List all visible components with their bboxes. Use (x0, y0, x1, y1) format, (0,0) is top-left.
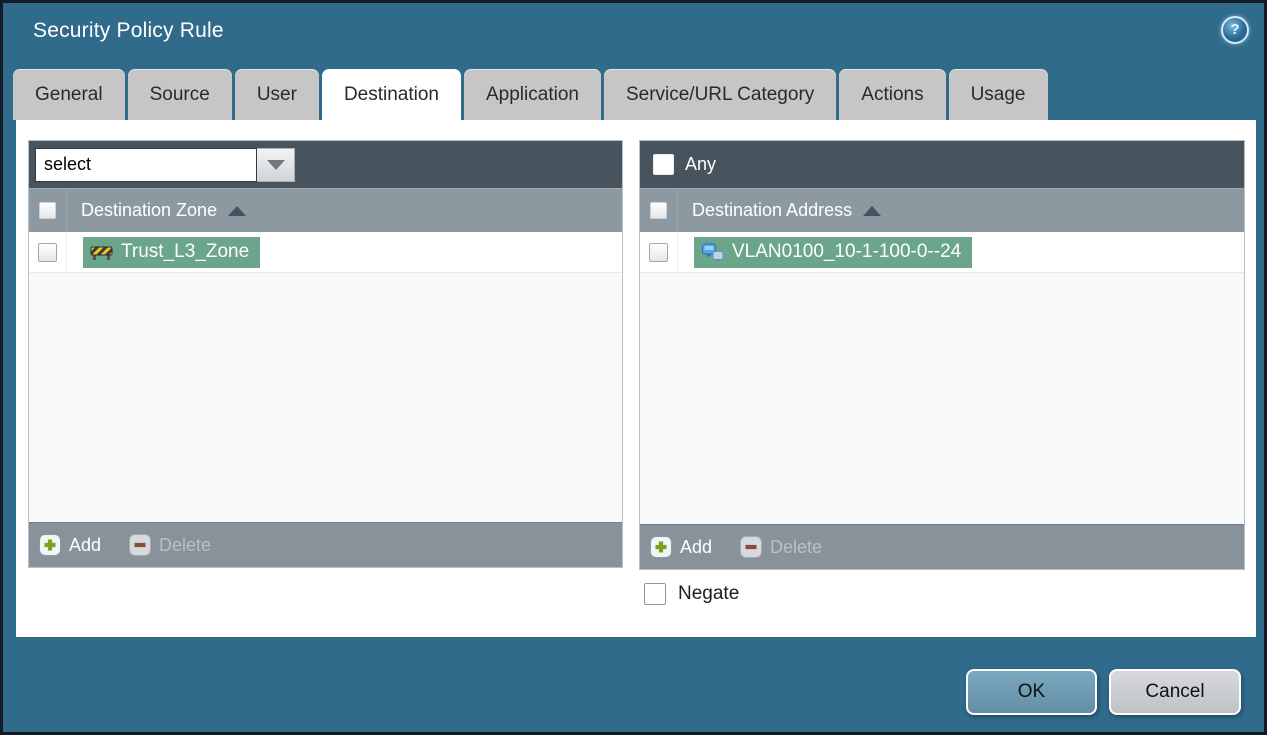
negate-option: Negate (644, 583, 739, 605)
add-icon (650, 536, 672, 558)
zone-toolbar: select (29, 141, 622, 188)
address-item-label: VLAN0100_10-1-100-0--24 (732, 241, 962, 262)
destination-address-panel: Any Destination Address VLAN0100_10-1-10… (639, 140, 1245, 570)
table-row: Trust_L3_Zone (29, 232, 622, 273)
zone-column-header[interactable]: Destination Zone (81, 200, 247, 221)
ok-button[interactable]: OK (966, 669, 1097, 715)
zone-column-header-row: Destination Zone (29, 188, 622, 232)
negate-checkbox[interactable] (644, 583, 666, 605)
tab-destination[interactable]: Destination (321, 69, 461, 120)
zone-type-select: select (35, 147, 295, 182)
address-column-header[interactable]: Destination Address (692, 200, 882, 221)
address-icon (702, 243, 724, 261)
sort-ascending-icon (228, 205, 247, 216)
sort-ascending-icon (863, 205, 882, 216)
address-column-header-label: Destination Address (692, 200, 853, 220)
zone-row-checkbox[interactable] (38, 242, 57, 262)
chevron-down-icon (266, 159, 285, 170)
address-list: VLAN0100_10-1-100-0--24 (640, 232, 1244, 524)
cancel-button[interactable]: Cancel (1109, 669, 1241, 715)
delete-icon (740, 536, 763, 558)
zone-add-button[interactable]: Add (39, 534, 101, 556)
address-select-all-checkbox[interactable] (650, 202, 667, 219)
add-icon (39, 534, 61, 556)
zone-select-all-checkbox[interactable] (39, 202, 56, 219)
address-item-vlan0100[interactable]: VLAN0100_10-1-100-0--24 (694, 236, 973, 268)
security-policy-rule-dialog: Security Policy Rule ? General Source Us… (0, 0, 1267, 735)
tab-application[interactable]: Application (464, 69, 601, 120)
address-row-checkbox[interactable] (649, 242, 668, 262)
tab-general[interactable]: General (13, 69, 125, 120)
zone-type-select-dropdown-button[interactable] (257, 147, 295, 182)
address-add-label: Add (680, 536, 713, 557)
address-column-header-row: Destination Address (640, 188, 1244, 232)
tab-usage[interactable]: Usage (948, 69, 1048, 120)
dialog-title: Security Policy Rule (33, 19, 224, 42)
address-delete-button[interactable]: Delete (740, 536, 822, 558)
destination-tab-content: select Destination Zone Trust_L3_Zone Ad… (16, 120, 1256, 637)
address-delete-label: Delete (770, 536, 823, 557)
zone-type-select-value[interactable]: select (35, 147, 257, 182)
delete-icon (129, 534, 152, 556)
tab-user[interactable]: User (234, 69, 319, 120)
tab-bar: General Source User Destination Applicat… (13, 69, 1048, 120)
tab-source[interactable]: Source (127, 69, 232, 120)
zone-column-header-label: Destination Zone (81, 200, 218, 220)
address-footer: Add Delete (640, 524, 1244, 569)
tab-service-url-category[interactable]: Service/URL Category (603, 69, 837, 120)
zone-icon (90, 246, 113, 260)
zone-add-label: Add (69, 534, 102, 555)
address-add-button[interactable]: Add (650, 536, 712, 558)
negate-label: Negate (678, 583, 740, 604)
address-toolbar: Any (640, 141, 1244, 188)
zone-item-label: Trust_L3_Zone (121, 241, 250, 262)
zone-footer: Add Delete (29, 522, 622, 567)
zone-list: Trust_L3_Zone (29, 232, 622, 522)
table-row: VLAN0100_10-1-100-0--24 (640, 232, 1244, 273)
any-checkbox[interactable] (653, 154, 674, 175)
help-icon[interactable]: ? (1221, 16, 1249, 44)
tab-actions[interactable]: Actions (839, 69, 946, 120)
destination-zone-panel: select Destination Zone Trust_L3_Zone Ad… (28, 140, 623, 568)
zone-delete-label: Delete (159, 534, 212, 555)
zone-item-trust-l3-zone[interactable]: Trust_L3_Zone (83, 236, 261, 268)
zone-delete-button[interactable]: Delete (129, 534, 211, 556)
any-label: Any (685, 154, 717, 174)
